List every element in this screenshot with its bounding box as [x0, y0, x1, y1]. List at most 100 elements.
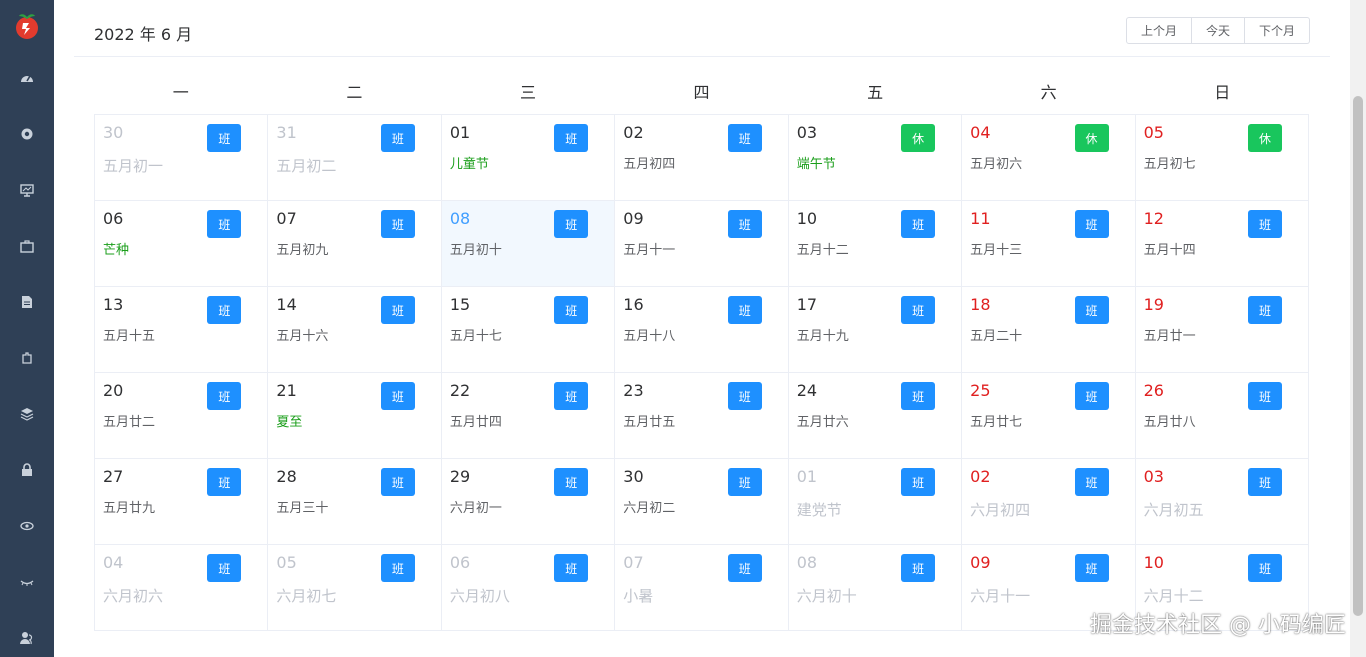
nav-dashboard[interactable]	[0, 63, 54, 93]
work-day-badge: 班	[554, 468, 589, 496]
day-number: 04	[103, 553, 124, 572]
calendar-day-cell[interactable]: 13 五月十五 班	[95, 287, 269, 373]
user-icon	[20, 632, 33, 645]
gear-icon	[21, 128, 33, 140]
nav-puzzle[interactable]	[0, 343, 54, 373]
layers-icon	[20, 408, 34, 421]
calendar-day-cell[interactable]: 05 六月初七 班	[268, 545, 442, 631]
calendar-day-cell[interactable]: 31 五月初二 班	[268, 115, 442, 201]
today-button[interactable]: 今天	[1191, 17, 1245, 44]
calendar-day-cell[interactable]: 21 夏至 班	[268, 373, 442, 459]
vertical-scrollbar[interactable]	[1350, 0, 1366, 657]
calendar-day-cell[interactable]: 08 六月初十 班	[788, 545, 963, 631]
calendar-day-cell[interactable]: 23 五月廿五 班	[615, 373, 789, 459]
weekday-label: 二	[346, 83, 363, 102]
day-number: 03	[1143, 467, 1164, 486]
calendar-day-cell[interactable]: 01 建党节 班	[788, 459, 963, 545]
calendar-day-cell[interactable]: 07 五月初九 班	[268, 201, 442, 287]
lunar-date: 五月廿八	[1143, 415, 1196, 430]
calendar-day-cell[interactable]: 17 五月十九 班	[788, 287, 963, 373]
scrollbar-thumb[interactable]	[1353, 96, 1363, 616]
day-number: 06	[449, 553, 471, 572]
calendar-day-cell[interactable]: 01 儿童节 班	[441, 115, 616, 201]
day-number: 25	[970, 381, 991, 400]
lunar-date: 五月初六	[970, 157, 1023, 172]
lunar-date: 六月初五	[1143, 501, 1204, 519]
calendar-day-cell[interactable]: 04 五月初六 休	[962, 115, 1136, 201]
calendar-day-cell[interactable]: 05 五月初七 休	[1135, 115, 1309, 201]
nav-eye-closed[interactable]	[0, 567, 54, 597]
calendar-day-cell[interactable]: 14 五月十六 班	[268, 287, 442, 373]
calendar-day-cell[interactable]: 20 五月廿二 班	[95, 373, 269, 459]
nav-monitor[interactable]	[0, 175, 54, 205]
calendar-day-cell[interactable]: 08 五月初十 班	[441, 201, 616, 287]
nav-lock[interactable]	[0, 455, 54, 485]
calendar-day-cell[interactable]: 06 芒种 班	[95, 201, 269, 287]
lunar-date: 五月廿九	[103, 501, 156, 516]
calendar-day-cell[interactable]: 24 五月廿六 班	[788, 373, 963, 459]
nav-briefcase[interactable]	[0, 231, 54, 261]
calendar-day-cell[interactable]: 16 五月十八 班	[615, 287, 789, 373]
weekday-header: 一 二 三 四 五 六 日	[94, 78, 1309, 108]
nav-eye[interactable]	[0, 511, 54, 541]
weekday-label: 日	[1214, 83, 1231, 102]
calendar-day-cell[interactable]: 07 小暑 班	[615, 545, 789, 631]
festival-label: 小暑	[623, 587, 654, 605]
weekday-label: 四	[693, 83, 710, 102]
day-number: 02	[970, 467, 991, 486]
calendar-day-cell[interactable]: 04 六月初六 班	[95, 545, 269, 631]
calendar-day-cell[interactable]: 12 五月十四 班	[1135, 201, 1309, 287]
logo-icon[interactable]	[11, 10, 43, 42]
work-day-badge: 班	[727, 210, 762, 238]
work-day-badge: 班	[380, 554, 415, 582]
calendar-day-cell[interactable]: 03 六月初五 班	[1135, 459, 1309, 545]
work-day-badge: 班	[901, 554, 936, 582]
work-day-badge: 班	[1248, 554, 1282, 582]
lunar-date: 六月初二	[623, 501, 676, 516]
nav-user[interactable]	[0, 623, 54, 653]
work-day-badge: 班	[901, 296, 936, 324]
day-number: 09	[970, 553, 991, 572]
work-day-badge: 班	[901, 210, 936, 238]
lunar-date: 五月三十	[276, 501, 329, 516]
calendar-day-cell[interactable]: 02 五月初四 班	[615, 115, 789, 201]
prev-month-button[interactable]: 上个月	[1125, 17, 1192, 44]
calendar-day-cell[interactable]: 30 六月初二 班	[615, 459, 789, 545]
work-day-badge: 班	[1248, 296, 1282, 324]
work-day-badge: 班	[380, 296, 415, 324]
calendar-day-cell[interactable]: 25 五月廿七 班	[962, 373, 1136, 459]
next-month-button[interactable]: 下个月	[1244, 17, 1310, 44]
day-number: 12	[1143, 209, 1164, 228]
app-root: 2022 年 6 月 上个月 今天 下个月 一 二 三 四 五 六 日 30 五月…	[0, 0, 1366, 657]
lunar-date: 六月初七	[276, 587, 337, 605]
calendar-day-cell[interactable]: 29 六月初一 班	[441, 459, 616, 545]
lunar-date: 五月廿五	[623, 415, 676, 430]
day-number: 31	[276, 123, 297, 142]
calendar-day-cell[interactable]: 22 五月廿四 班	[441, 373, 616, 459]
calendar-day-cell[interactable]: 10 五月十二 班	[788, 201, 963, 287]
lunar-date: 五月十四	[1143, 243, 1196, 258]
calendar-day-cell[interactable]: 18 五月二十 班	[962, 287, 1136, 373]
calendar-day-cell[interactable]: 15 五月十七 班	[441, 287, 616, 373]
calendar-day-cell[interactable]: 27 五月廿九 班	[95, 459, 269, 545]
work-day-badge: 班	[727, 124, 762, 152]
calendar-day-cell[interactable]: 26 五月廿八 班	[1135, 373, 1309, 459]
calendar-day-cell[interactable]: 11 五月十三 班	[962, 201, 1136, 287]
calendar-day-cell[interactable]: 30 五月初一 班	[95, 115, 269, 201]
calendar-day-cell[interactable]: 19 五月廿一 班	[1135, 287, 1309, 373]
day-number: 16	[623, 295, 644, 314]
rest-day-badge: 休	[1074, 124, 1109, 152]
work-day-badge: 班	[901, 468, 936, 496]
nav-layers[interactable]	[0, 399, 54, 429]
nav-document[interactable]	[0, 287, 54, 317]
calendar-day-cell[interactable]: 09 五月十一 班	[615, 201, 789, 287]
work-day-badge: 班	[380, 382, 415, 410]
nav-settings[interactable]	[0, 119, 54, 149]
lunar-date: 五月初一	[103, 157, 164, 175]
calendar-day-cell[interactable]: 28 五月三十 班	[268, 459, 442, 545]
calendar-day-cell[interactable]: 03 端午节 休	[788, 115, 963, 201]
calendar-day-cell[interactable]: 06 六月初八 班	[441, 545, 616, 631]
lunar-date: 六月十二	[1143, 587, 1204, 605]
calendar-day-cell[interactable]: 02 六月初四 班	[962, 459, 1136, 545]
lunar-date: 五月廿二	[103, 415, 156, 430]
